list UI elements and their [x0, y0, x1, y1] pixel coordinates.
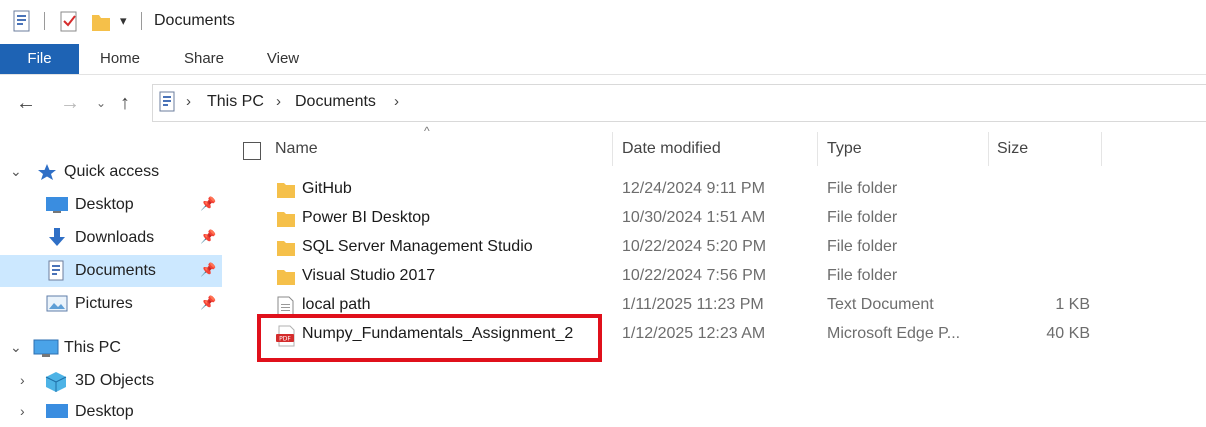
documents-icon [48, 260, 64, 281]
3d-objects-icon [45, 372, 67, 392]
nav-label: This PC [64, 339, 121, 356]
folder-icon [277, 241, 295, 256]
desktop-icon [46, 404, 68, 418]
column-header-size[interactable]: Size [997, 140, 1028, 158]
checkmark-properties-icon[interactable] [58, 10, 80, 34]
file-type: File folder [827, 267, 898, 284]
folder-icon [277, 212, 295, 227]
back-arrow-icon[interactable]: ← [16, 92, 36, 115]
desktop-icon [46, 197, 68, 213]
column-divider[interactable] [612, 132, 613, 166]
star-icon [38, 164, 56, 180]
pin-icon[interactable]: 📌 [200, 262, 216, 278]
column-divider[interactable] [1101, 132, 1102, 166]
column-header-name[interactable]: Name [275, 140, 318, 158]
nav-item-downloads[interactable]: Downloads 📌 [0, 223, 222, 253]
tab-home[interactable]: Home [88, 44, 152, 74]
file-type: File folder [827, 238, 898, 255]
breadcrumb-separator-icon[interactable]: › [394, 93, 399, 110]
column-divider[interactable] [817, 132, 818, 166]
nav-label: Quick access [64, 163, 160, 180]
column-header-type[interactable]: Type [827, 140, 862, 158]
up-arrow-icon[interactable]: ↑ [120, 92, 130, 115]
tab-file[interactable]: File [0, 44, 79, 74]
recent-locations-icon[interactable]: ⌄ [96, 96, 106, 110]
expand-chevron-icon[interactable]: › [20, 372, 25, 388]
file-row[interactable]: SQL Server Management Studio 10/22/2024 … [240, 234, 1140, 263]
highlight-box [257, 314, 602, 362]
breadcrumb-documents[interactable]: Documents [295, 93, 376, 111]
breadcrumb-this-pc[interactable]: This PC [207, 93, 264, 111]
breadcrumb-separator-icon[interactable]: › [276, 93, 281, 110]
nav-label: Desktop [75, 403, 134, 420]
file-type: Text Document [827, 296, 934, 313]
customize-toolbar-icon[interactable]: ▾ [120, 13, 127, 29]
file-date: 10/30/2024 1:51 AM [622, 209, 766, 226]
file-type: Microsoft Edge P... [827, 325, 961, 342]
nav-label: Documents [75, 262, 156, 279]
file-name: SQL Server Management Studio [302, 238, 533, 255]
toolbar-separator [141, 12, 142, 30]
nav-item-desktop[interactable]: Desktop 📌 [0, 190, 222, 220]
collapse-chevron-icon[interactable]: ⌄ [10, 339, 22, 356]
nav-quick-access[interactable]: ⌄ Quick access [0, 157, 222, 187]
nav-label: Downloads [75, 229, 155, 246]
nav-item-documents[interactable]: Documents 📌 [0, 255, 222, 287]
nav-this-pc[interactable]: ⌄ This PC [0, 333, 222, 363]
pin-icon[interactable]: 📌 [200, 196, 216, 212]
select-all-checkbox[interactable] [243, 142, 261, 160]
window-title: Documents [154, 12, 235, 29]
file-date: 1/11/2025 11:23 PM [622, 296, 764, 313]
computer-icon [33, 339, 59, 357]
file-size: 40 KB [1046, 325, 1090, 342]
toolbar-separator [44, 12, 45, 30]
file-row[interactable]: Visual Studio 2017 10/22/2024 7:56 PM Fi… [240, 263, 1140, 292]
forward-arrow-icon[interactable]: → [60, 92, 80, 115]
column-header-date[interactable]: Date modified [622, 140, 721, 158]
folder-icon [277, 270, 295, 285]
file-name: local path [302, 296, 371, 313]
download-icon [49, 228, 65, 246]
folder-icon [277, 183, 295, 198]
file-name: GitHub [302, 180, 352, 197]
file-name: Power BI Desktop [302, 209, 431, 226]
file-date: 10/22/2024 7:56 PM [622, 267, 767, 284]
this-pc-location-icon [159, 91, 175, 112]
file-size: 1 KB [1055, 296, 1090, 313]
file-row[interactable]: Power BI Desktop 10/30/2024 1:51 AM File… [240, 205, 1140, 234]
column-divider[interactable] [988, 132, 989, 166]
expand-chevron-icon[interactable]: › [20, 403, 25, 419]
nav-item-pictures[interactable]: Pictures 📌 [0, 289, 222, 319]
new-folder-icon[interactable] [90, 10, 112, 34]
tab-view[interactable]: View [252, 44, 314, 74]
pictures-icon [46, 295, 68, 312]
nav-item-pc-desktop[interactable]: › Desktop [0, 397, 222, 427]
tab-share[interactable]: Share [172, 44, 236, 74]
collapse-chevron-icon[interactable]: ⌄ [10, 163, 22, 180]
file-row[interactable]: GitHub 12/24/2024 9:11 PM File folder [240, 176, 1140, 205]
sort-ascending-icon: ^ [424, 124, 430, 138]
nav-label: 3D Objects [75, 372, 155, 389]
breadcrumb-separator-icon[interactable]: › [186, 93, 191, 110]
file-type: File folder [827, 209, 898, 226]
file-date: 10/22/2024 5:20 PM [622, 238, 767, 255]
file-name: Visual Studio 2017 [302, 267, 436, 284]
file-date: 1/12/2025 12:23 AM [622, 325, 766, 342]
properties-icon[interactable] [12, 10, 32, 34]
nav-label: Desktop [75, 196, 134, 213]
nav-label: Pictures [75, 295, 133, 312]
pin-icon[interactable]: 📌 [200, 229, 216, 245]
file-type: File folder [827, 180, 898, 197]
pin-icon[interactable]: 📌 [200, 295, 216, 311]
nav-item-3d-objects[interactable]: › 3D Objects [0, 366, 222, 396]
file-date: 12/24/2024 9:11 PM [622, 180, 765, 197]
